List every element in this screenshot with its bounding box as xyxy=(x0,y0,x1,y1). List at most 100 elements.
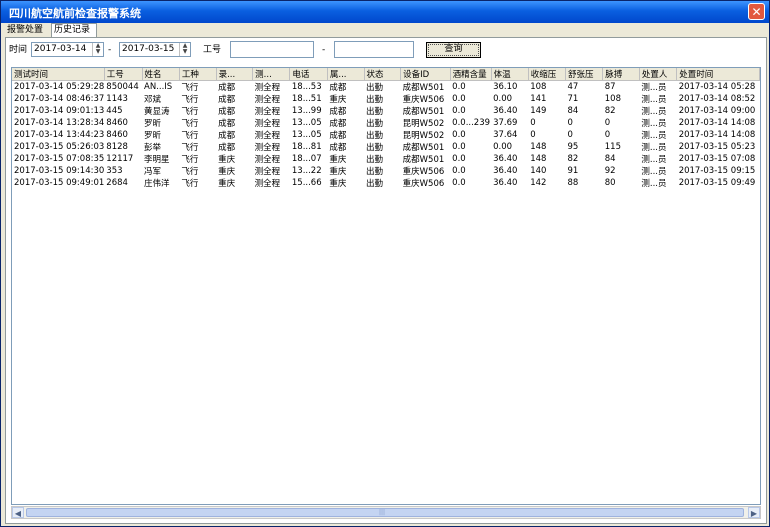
column-header[interactable]: 体温 xyxy=(491,68,529,81)
table-cell: 出勤 xyxy=(366,107,384,117)
table-cell: 13...22 xyxy=(291,166,322,176)
table-cell: 84 xyxy=(604,154,616,164)
employee-id-to-input[interactable] xyxy=(334,41,414,58)
table-cell: 0 xyxy=(530,130,536,140)
table-cell: 87 xyxy=(604,82,616,92)
end-date-spinner[interactable]: ▲ ▼ xyxy=(179,43,190,56)
table-cell: 测全程 xyxy=(254,167,281,177)
table-cell: 0 xyxy=(604,118,611,128)
table-cell: 冯军 xyxy=(144,167,162,177)
employee-range-separator: - xyxy=(322,45,326,55)
scroll-right-arrow-icon[interactable]: ▶ xyxy=(748,507,760,518)
table-cell: 重庆 xyxy=(329,167,347,177)
table-cell: 2017-03-15 09:49:01 xyxy=(14,178,105,188)
column-header[interactable]: 姓名 xyxy=(142,68,180,81)
table-row[interactable]: 2017-03-14 13:44:23 8460 罗昕 飞行 成都 测全程 13...05 成… xyxy=(12,129,760,141)
table-cell: 飞行 xyxy=(181,167,199,177)
column-header[interactable]: 状态 xyxy=(364,68,402,81)
table-cell: 0 xyxy=(604,130,611,140)
table-row[interactable]: 2017-03-14 13:28:34 8460 罗昕 飞行 成都 测全程 13...05 成… xyxy=(12,117,760,129)
date-separator: - xyxy=(108,45,112,55)
table-cell: 出勤 xyxy=(366,95,384,105)
table-cell: 36.40 xyxy=(493,178,518,188)
table-cell: 邓斌 xyxy=(144,95,162,105)
column-header[interactable]: 处置时间 xyxy=(676,68,760,81)
column-header[interactable]: 舒张压 xyxy=(565,68,604,81)
table-cell: 36.40 xyxy=(493,154,518,164)
table-cell: 测全程 xyxy=(254,131,281,141)
start-date-spinner[interactable]: ▲ ▼ xyxy=(92,43,103,56)
column-header[interactable]: 酒精含量 xyxy=(450,68,492,81)
history-panel: 时间 2017-03-14 ▲ ▼ - 2017-03-15 ▲ ▼ 工号 - … xyxy=(5,37,767,524)
tab-history[interactable]: 历史记录 xyxy=(51,23,97,37)
table-cell: 重庆 xyxy=(329,95,347,105)
column-header[interactable]: 电话 xyxy=(289,68,328,81)
start-date-value: 2017-03-14 xyxy=(34,44,87,54)
table-cell: 142 xyxy=(530,178,547,188)
spin-down-icon[interactable]: ▼ xyxy=(181,49,189,55)
table-cell: 重庆 xyxy=(218,167,236,177)
column-header[interactable]: 测... xyxy=(252,68,291,81)
table-row[interactable]: 2017-03-14 05:29:28 850044 AN...IS 飞行 成都 测全程 1… xyxy=(12,81,760,93)
scrollbar-thumb[interactable]: ||| xyxy=(26,508,744,517)
table-cell: 37.69 xyxy=(493,118,518,128)
table-cell: 108 xyxy=(530,82,547,92)
table-cell: 0 xyxy=(567,118,573,128)
table-cell: 36.40 xyxy=(493,166,518,176)
table-cell: 0.0...239 xyxy=(452,118,491,128)
employee-id-from-input[interactable] xyxy=(230,41,314,58)
table-cell: 测全程 xyxy=(254,179,281,189)
table-cell: 测全程 xyxy=(254,119,281,129)
table-cell: 2017-03-15 09:14:30 xyxy=(14,166,105,176)
table-cell: 李明星 xyxy=(144,155,170,165)
query-button[interactable]: 查询 xyxy=(426,42,481,58)
close-button[interactable]: ✕ xyxy=(748,3,765,20)
history-table[interactable]: 测试时间 工号 姓名 工种 录... 测... 电话 属... 状态 设备ID 酒精含量 体温 收缩压舒… xyxy=(11,67,761,505)
end-date-picker[interactable]: 2017-03-15 ▲ ▼ xyxy=(119,42,191,57)
table-cell: 彭举 xyxy=(144,143,162,153)
table-row[interactable]: 2017-03-15 09:14:30 353 冯军 飞行 重庆 测全程 13...22 重庆… xyxy=(12,165,760,177)
table-cell: 0.0 xyxy=(452,82,466,92)
start-date-picker[interactable]: 2017-03-14 ▲ ▼ xyxy=(31,42,104,57)
table-row[interactable]: 2017-03-15 07:08:35 12117 李明星 飞行 重庆 测全程 18...0… xyxy=(12,153,760,165)
column-header[interactable]: 处置人 xyxy=(639,68,678,81)
table-cell: 出勤 xyxy=(366,143,384,153)
table-cell: 95 xyxy=(567,142,579,152)
table-cell: 13...05 xyxy=(291,130,322,140)
table-row[interactable]: 2017-03-14 09:01:13 445 黄显涛 飞行 成都 测全程 13...99 成… xyxy=(12,105,760,117)
column-header[interactable]: 设备ID xyxy=(400,68,451,81)
column-header[interactable]: 收缩压 xyxy=(528,68,566,81)
table-cell: 成都 xyxy=(329,119,347,129)
table-body: 2017-03-14 05:29:28 850044 AN...IS 飞行 成都 测全程 1… xyxy=(12,81,760,189)
table-cell: 108 xyxy=(604,94,621,104)
table-cell: 测全程 xyxy=(254,107,281,117)
column-header[interactable]: 工号 xyxy=(104,68,143,81)
table-cell: 重庆 xyxy=(218,179,236,189)
column-header[interactable]: 脉搏 xyxy=(602,68,640,81)
table-cell: 84 xyxy=(567,106,579,116)
horizontal-scrollbar[interactable]: ◀ ||| ▶ xyxy=(11,506,761,519)
table-cell: 成都 xyxy=(218,131,236,141)
table-cell: 0.0 xyxy=(452,94,466,104)
table-cell: 2017-03-14 13:28:34 xyxy=(14,118,105,128)
table-cell: 8460 xyxy=(106,118,128,128)
table-cell: 成都 xyxy=(218,83,236,93)
scroll-left-arrow-icon[interactable]: ◀ xyxy=(12,507,24,518)
table-cell: 148 xyxy=(530,154,547,164)
table-cell: 37.64 xyxy=(493,130,518,140)
column-header[interactable]: 属... xyxy=(327,68,365,81)
column-header[interactable]: 录... xyxy=(216,68,254,81)
table-cell: 成都W501 xyxy=(402,155,445,165)
table-row[interactable]: 2017-03-15 09:49:01 2684 庄伟洋 飞行 重庆 测全程 15...66… xyxy=(12,177,760,189)
table-cell: 140 xyxy=(530,166,547,176)
table-cell: 重庆W506 xyxy=(402,179,445,189)
table-cell: 2017-03-15 07:08:35 xyxy=(14,154,105,164)
table-cell: 13...99 xyxy=(291,106,322,116)
table-row[interactable]: 2017-03-14 08:46:37 1143 邓斌 飞行 成都 测全程 18...51 重… xyxy=(12,93,760,105)
table-row[interactable]: 2017-03-15 05:26:03 8128 彭举 飞行 成都 测全程 18...81 成… xyxy=(12,141,760,153)
column-header[interactable]: 工种 xyxy=(179,68,217,81)
spin-down-icon[interactable]: ▼ xyxy=(94,49,102,55)
tab-alarm-handling[interactable]: 报警处置 xyxy=(5,24,49,37)
table-cell: 2017-03-14 09:01:13 xyxy=(14,106,105,116)
column-header[interactable]: 测试时间 xyxy=(12,68,105,81)
